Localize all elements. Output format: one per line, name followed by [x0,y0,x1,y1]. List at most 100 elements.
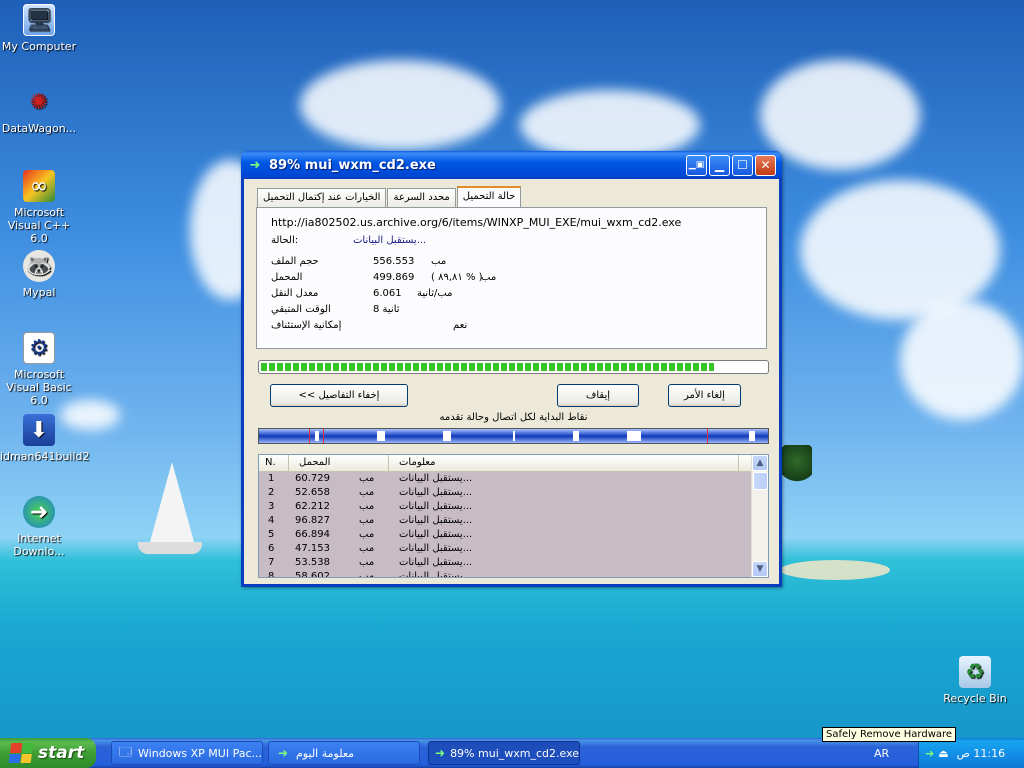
mypal-icon: 🦝 [23,250,55,282]
list-cell-n: 7 [268,557,275,568]
restore-icon[interactable]: ▁▣ [686,154,707,176]
resume-capability-label: إمكانية الإستئناف [271,320,342,331]
window-titlebar[interactable]: ➜ 89% mui_wxm_cd2.exe ▁▣ ▁ ☐ ✕ [241,151,782,179]
island [780,560,890,580]
connections-list[interactable]: N. المحمل معلومات 1 60.729 مب يستقبل البيان… [258,454,769,578]
desktop-icon-mypal[interactable]: 🦝 Mypal [0,250,78,299]
desktop-icon-label: Recycle Bin [943,692,1007,705]
minimize-button[interactable]: ▁ [709,154,730,176]
desktop-icon-datawagon[interactable]: ✺ DataWagon... [0,86,78,136]
progress-fill [261,363,715,371]
list-cell-un: مب [359,571,375,578]
desktop-icon-label: idman641build2 [0,450,90,463]
list-item[interactable]: 3 62.212 مب يستقبل البيانات... [259,500,768,514]
downloaded-value: 499.869 [373,272,415,283]
desktop-icon-visual-basic[interactable]: ⚙ Microsoft Visual Basic 6.0 [0,332,78,407]
list-item[interactable]: 5 66.894 مب يستقبل البيانات... [259,528,768,542]
desktop-icon-label: My Computer [1,40,77,53]
cancel-button[interactable]: إلغاء الأمر [668,384,741,407]
desktop-icon-visual-cpp[interactable]: ∞ Microsoft Visual C++ 6.0 [0,170,78,245]
connections-progress-bar [258,428,769,444]
list-cell-sz: 66.894 [295,529,330,540]
list-cell-sz: 96.827 [295,515,330,526]
taskbar: start 🗔 Windows XP MUI Pac... ➜ معلومة ا… [0,738,1024,768]
taskbar-item-mui-pack[interactable]: 🗔 Windows XP MUI Pac... [111,741,263,765]
clock[interactable]: 11:16 ص [957,747,1006,760]
list-cell-un: مب [359,529,375,540]
list-item[interactable]: 8 58.602 مب يستقبل البيانات... [259,570,768,578]
list-item[interactable]: 6 47.153 مب يستقبل البيانات... [259,542,768,556]
column-header-n[interactable]: N. [259,455,289,471]
list-cell-info: يستقبل البيانات... [399,571,473,578]
recycle-bin-icon: ♻ [959,656,991,688]
start-label: start [38,743,85,763]
download-window: ➜ 89% mui_wxm_cd2.exe ▁▣ ▁ ☐ ✕ حالة التح… [241,151,782,587]
desktop-icon-my-computer[interactable]: 🖥 My Computer [0,4,78,53]
list-item[interactable]: 4 96.827 مب يستقبل البيانات... [259,514,768,528]
tab-completion-options[interactable]: الخيارات عند إكتمال التحميل [257,188,387,207]
list-cell-n: 6 [268,543,275,554]
sailboat-sail [150,462,194,542]
list-cell-un: مب [359,515,375,526]
list-cell-un: مب [359,473,375,484]
list-cell-un: مب [359,501,375,512]
language-indicator[interactable]: AR [874,738,889,768]
scroll-up-icon[interactable]: ▲ [752,455,768,471]
sailboat-hull [138,542,202,554]
hide-details-button[interactable]: << إخفاء التفاصيل [270,384,408,407]
list-cell-un: مب [359,543,375,554]
segment-marker [309,429,310,443]
downloaded-unit: مب [481,272,497,283]
desktop-icon-label: Microsoft Visual Basic 6.0 [6,368,72,407]
column-header-downloaded[interactable]: المحمل [289,455,389,471]
transfer-rate-unit: مب/ثانية [417,288,453,299]
desktop-icon-recycle-bin[interactable]: ♻ Recycle Bin [936,656,1014,705]
maximize-button[interactable]: ☐ [732,154,753,176]
computer-icon: 🖥 [23,4,55,36]
list-cell-info: يستقبل البيانات... [399,487,473,498]
download-icon: ➜ [249,157,261,173]
segment-gap [573,431,579,441]
visual-basic-icon: ⚙ [23,332,55,364]
pause-button[interactable]: إيقاف [557,384,639,407]
file-size-label: حجم الملف [271,256,319,267]
taskbar-item-label: Windows XP MUI Pac... [138,746,262,760]
status-panel: http://ia802502.us.archive.org/6/items/W… [256,207,767,349]
start-button[interactable]: start [0,738,96,768]
list-cell-info: يستقبل البيانات... [399,543,473,554]
download-progress-bar [258,360,769,374]
scroll-down-icon[interactable]: ▼ [752,561,768,577]
taskbar-item-tip-of-day[interactable]: ➜ معلومة اليوم [268,741,420,765]
resume-capability-value: نعم [453,320,468,331]
tab-download-status[interactable]: حالة التحميل [456,186,522,207]
list-scrollbar[interactable]: ▲ ▼ [751,455,768,577]
downloaded-label: المحمل [271,272,303,283]
list-item[interactable]: 7 53.538 مب يستقبل البيانات... [259,556,768,570]
list-cell-un: مب [359,487,375,498]
tab-strip: حالة التحميل محدد السرعة الخيارات عند إك… [256,186,522,207]
list-cell-sz: 53.538 [295,557,330,568]
safely-remove-hardware-icon[interactable]: ⏏ [938,747,948,760]
column-header-info[interactable]: معلومات [389,455,739,471]
segment-marker [707,429,708,443]
list-cell-info: يستقبل البيانات... [399,501,473,512]
segment-marker [323,429,324,443]
taskbar-item-label: معلومة اليوم [296,746,355,760]
desktop-icon-idman-installer[interactable]: ⬇ idman641build2 [0,414,90,463]
close-button[interactable]: ✕ [755,154,776,176]
installer-icon: ⬇ [23,414,55,446]
tab-speed-limiter[interactable]: محدد السرعة [387,188,456,207]
scroll-thumb[interactable] [753,472,768,490]
download-url: http://ia802502.us.archive.org/6/items/W… [271,216,682,229]
list-item[interactable]: 2 52.658 مب يستقبل البيانات... [259,486,768,500]
windows-logo-icon [8,743,34,763]
list-header: N. المحمل معلومات [259,455,768,472]
segment-gap [513,431,515,441]
tray-tooltip: Safely Remove Hardware [822,727,957,742]
system-tray: ➜ ⏏ 11:16 ص [918,738,1024,768]
list-item[interactable]: 1 60.729 مب يستقبل البيانات... [259,472,768,486]
list-cell-sz: 60.729 [295,473,330,484]
idm-tray-icon[interactable]: ➜ [925,747,934,760]
taskbar-item-download[interactable]: ➜ 89% mui_wxm_cd2.exe [428,741,580,765]
desktop-icon-idm[interactable]: ➜ Internet Downlo... [0,496,78,558]
